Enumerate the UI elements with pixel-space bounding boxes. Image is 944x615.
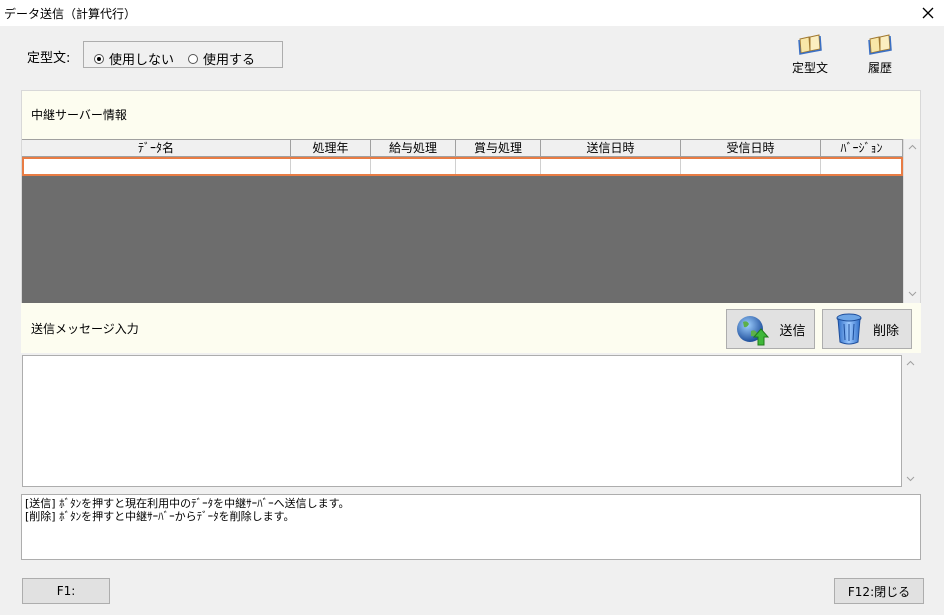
template-button-label: 定型文: [791, 61, 828, 75]
radio-not-use[interactable]: 使用しない: [94, 49, 174, 68]
radio-label: 使用しない: [109, 53, 175, 68]
column-header[interactable]: 受信日時: [681, 140, 821, 156]
column-header[interactable]: 処理年: [291, 140, 371, 156]
history-button-label: 履歴: [867, 61, 892, 75]
chevron-up-icon[interactable]: [908, 143, 917, 152]
f1-button[interactable]: F1:: [22, 578, 110, 604]
table-cell[interactable]: [821, 159, 901, 174]
send-button[interactable]: 送信: [726, 309, 815, 349]
book-icon: [798, 34, 822, 55]
radio-dot: [188, 53, 198, 64]
table-cell[interactable]: [24, 159, 291, 174]
window-title: データ送信（計算代行）: [4, 7, 137, 21]
column-header[interactable]: ﾃﾞｰﾀ名: [22, 140, 291, 156]
column-header[interactable]: 送信日時: [541, 140, 681, 156]
delete-button[interactable]: 削除: [822, 309, 912, 349]
trash-can-icon: [836, 313, 862, 345]
radio-dot-selected: [94, 53, 104, 64]
relay-data-grid[interactable]: ﾃﾞｰﾀ名 処理年 給与処理 賞与処理 送信日時 受信日時 ﾊﾞｰｼﾞｮﾝ: [22, 139, 920, 303]
table-cell[interactable]: [541, 159, 681, 174]
close-icon: [922, 7, 934, 19]
radio-label: 使用する: [203, 53, 256, 68]
relay-panel-title: 中継サーバー情報: [31, 108, 127, 122]
column-header[interactable]: 給与処理: [371, 140, 456, 156]
message-scrollbar[interactable]: [902, 355, 919, 487]
table-cell[interactable]: [371, 159, 456, 174]
send-button-label: 送信: [779, 323, 806, 339]
book-icon: [868, 34, 892, 55]
column-header[interactable]: 賞与処理: [456, 140, 541, 156]
f12-close-button[interactable]: F12:閉じる: [834, 578, 924, 604]
globe-upload-icon: [737, 316, 770, 346]
table-cell[interactable]: [456, 159, 541, 174]
message-panel-title: 送信メッセージ入力: [31, 322, 139, 336]
table-row[interactable]: [22, 157, 903, 176]
template-button[interactable]: 定型文: [786, 34, 834, 78]
table-cell[interactable]: [291, 159, 371, 174]
title-bar: [0, 0, 944, 26]
radio-use[interactable]: 使用する: [188, 49, 255, 68]
chevron-up-icon[interactable]: [906, 359, 915, 368]
close-button[interactable]: [914, 2, 942, 24]
chevron-down-icon[interactable]: [908, 289, 917, 298]
chevron-down-icon[interactable]: [906, 474, 915, 483]
grid-header: ﾃﾞｰﾀ名 処理年 給与処理 賞与処理 送信日時 受信日時 ﾊﾞｰｼﾞｮﾝ: [22, 139, 903, 157]
delete-button-label: 削除: [872, 323, 899, 339]
grid-scrollbar[interactable]: [903, 139, 920, 303]
help-line-send: [送信] ﾎﾞﾀﾝを押すと現在利用中のﾃﾞｰﾀを中継ｻｰﾊﾞｰへ送信します。: [25, 497, 350, 510]
template-radio-group: 使用しない 使用する: [83, 41, 283, 68]
history-button[interactable]: 履歴: [860, 34, 900, 78]
message-textarea[interactable]: [22, 355, 902, 487]
column-header[interactable]: ﾊﾞｰｼﾞｮﾝ: [821, 140, 903, 156]
table-cell[interactable]: [681, 159, 821, 174]
help-line-delete: [削除] ﾎﾞﾀﾝを押すと中継ｻｰﾊﾞｰからﾃﾞｰﾀを削除します。: [25, 510, 295, 523]
help-text-box: [送信] ﾎﾞﾀﾝを押すと現在利用中のﾃﾞｰﾀを中継ｻｰﾊﾞｰへ送信します。 […: [21, 494, 921, 560]
template-label: 定型文:: [27, 51, 71, 66]
